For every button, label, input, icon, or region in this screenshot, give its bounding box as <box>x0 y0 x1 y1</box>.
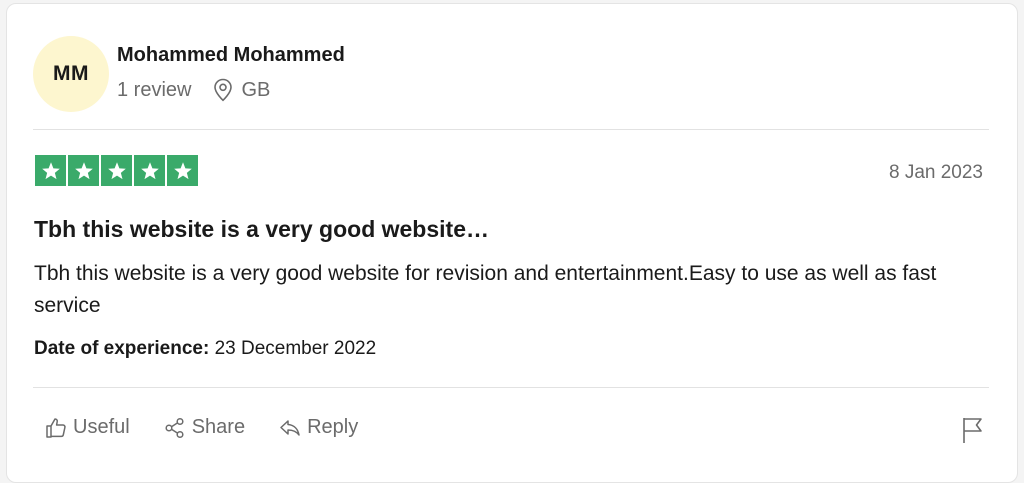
star-icon <box>101 155 132 186</box>
report-flag-button[interactable] <box>961 416 985 444</box>
experience-label: Date of experience: <box>34 338 210 359</box>
review-title[interactable]: Tbh this website is a very good website… <box>34 216 489 243</box>
reply-button[interactable]: Reply <box>279 416 358 439</box>
reply-icon <box>280 419 300 436</box>
reviewer-header: MM Mohammed Mohammed 1 review GB <box>33 36 993 112</box>
reviewer-location: GB <box>241 78 271 101</box>
useful-button[interactable]: Useful <box>45 416 130 439</box>
thumbs-up-icon <box>46 417 66 438</box>
share-label: Share <box>191 416 246 438</box>
star-icon <box>167 155 198 186</box>
reviewer-name[interactable]: Mohammed Mohammed <box>117 44 345 67</box>
avatar[interactable]: MM <box>33 36 109 112</box>
reply-label: Reply <box>307 416 359 438</box>
review-date: 8 Jan 2023 <box>888 162 983 183</box>
review-count: 1 review <box>117 78 192 101</box>
date-of-experience: Date of experience: 23 December 2022 <box>34 338 376 360</box>
useful-label: Useful <box>73 416 130 438</box>
share-button[interactable]: Share <box>164 416 245 439</box>
reviewer-meta: 1 review GB <box>117 78 270 102</box>
flag-icon <box>963 418 982 443</box>
review-card: MM Mohammed Mohammed 1 review GB 8 Jan 2… <box>6 3 1018 483</box>
star-icon <box>35 155 66 186</box>
share-icon <box>165 417 184 438</box>
experience-date: 23 December 2022 <box>214 338 377 359</box>
star-icon <box>134 155 165 186</box>
divider <box>33 387 989 388</box>
review-actions: Useful Share Reply <box>45 416 392 439</box>
location-pin-icon <box>213 78 233 102</box>
star-icon <box>68 155 99 186</box>
divider <box>33 129 989 130</box>
review-body: Tbh this website is a very good website … <box>34 262 937 317</box>
star-rating <box>35 155 198 186</box>
